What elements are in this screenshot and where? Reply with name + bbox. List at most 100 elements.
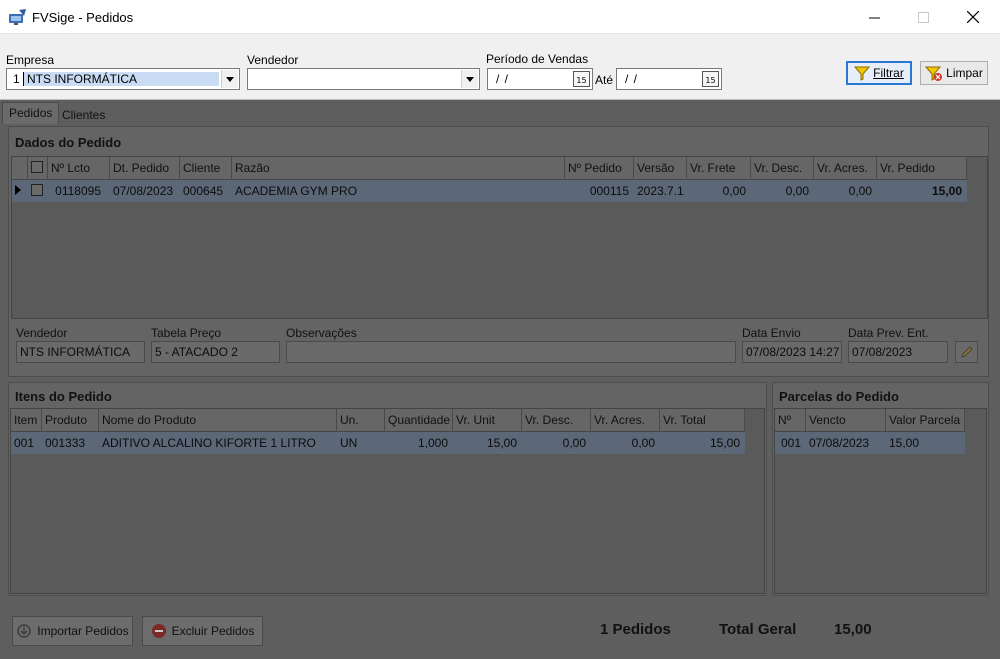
cell-valor-parcela: 15,00 <box>889 436 920 450</box>
itens-grid-header: Item Produto Nome do Produto Un. Quantid… <box>11 409 745 432</box>
cell-un: UN <box>340 436 358 450</box>
parcelas-pedido-panel: Parcelas do Pedido Nº Vencto Valor Parce… <box>772 382 989 596</box>
clear-filter-icon <box>925 66 943 81</box>
vendedor-select[interactable] <box>247 68 480 90</box>
app-icon <box>9 9 26 25</box>
row-indicator-icon <box>12 180 28 202</box>
col-header[interactable]: Nº <box>775 409 806 432</box>
cell-vr-total: 15,00 <box>709 436 740 450</box>
total-geral-value: 15,00 <box>834 621 872 638</box>
cell-desc: 0,00 <box>785 184 809 198</box>
cell-produto: 001333 <box>45 436 86 450</box>
periodo-to-date[interactable]: / / 15 <box>616 68 722 90</box>
filter-bar: Empresa 1 NTS INFORMÁTICA Vendedor Perío… <box>0 34 1000 100</box>
minimize-button[interactable] <box>851 0 897 34</box>
col-header[interactable]: Nº Lcto <box>48 157 110 180</box>
periodo-label: Período de Vendas <box>486 52 589 66</box>
importar-pedidos-label: Importar Pedidos <box>37 624 129 638</box>
col-header[interactable]: Valor Parcela <box>886 409 965 432</box>
cell-valor-pedido: 15,00 <box>931 184 962 198</box>
col-header[interactable]: Nº Pedido <box>565 157 634 180</box>
parcelas-pedido-title: Parcelas do Pedido <box>779 389 899 404</box>
select-all-checkbox[interactable] <box>31 161 43 173</box>
periodo-from-date[interactable]: / / 15 <box>487 68 593 90</box>
empresa-select[interactable]: 1 NTS INFORMÁTICA <box>6 68 240 90</box>
col-header[interactable]: Vr. Pedido <box>877 157 967 180</box>
col-header[interactable]: Vr. Acres. <box>591 409 660 432</box>
calendar-icon[interactable]: 15 <box>702 71 719 87</box>
ate-label: Até <box>595 73 614 87</box>
importar-pedidos-button[interactable]: Importar Pedidos <box>12 616 133 646</box>
det-prev-field[interactable]: 07/08/2023 <box>848 341 948 363</box>
col-header[interactable]: Vr. Frete <box>687 157 751 180</box>
col-header[interactable]: Produto <box>42 409 99 432</box>
col-header[interactable]: Vr. Desc. <box>751 157 814 180</box>
col-header[interactable]: Cliente <box>180 157 232 180</box>
dados-pedido-title: Dados do Pedido <box>15 135 122 150</box>
close-button[interactable] <box>950 0 996 34</box>
col-header[interactable]: Vr. Acres. <box>814 157 877 180</box>
col-header[interactable]: Vr. Total <box>660 409 745 432</box>
cell-parcela-n: 001 <box>781 436 802 450</box>
import-icon <box>17 624 32 638</box>
table-row[interactable]: 001 001333 ADITIVO ALCALINO KIFORTE 1 LI… <box>11 432 745 454</box>
calendar-icon[interactable]: 15 <box>573 71 590 87</box>
vendedor-label: Vendedor <box>247 53 299 67</box>
cell-nome-produto: ADITIVO ALCALINO KIFORTE 1 LITRO <box>102 436 316 450</box>
tab-pedidos[interactable]: Pedidos <box>2 102 60 124</box>
select-all-checkbox-cell <box>28 157 48 180</box>
cell-item: 001 <box>14 436 35 450</box>
col-header[interactable]: Versão <box>634 157 687 180</box>
det-tabela-label: Tabela Preço <box>151 326 222 340</box>
tab-clientes[interactable]: Clientes <box>56 105 111 127</box>
col-header[interactable]: Razão <box>232 157 565 180</box>
col-header[interactable]: Un. <box>337 409 385 432</box>
chevron-down-icon[interactable] <box>221 70 238 88</box>
cell-cliente: 000645 <box>183 184 224 198</box>
excluir-pedidos-label: Excluir Pedidos <box>171 624 255 638</box>
limpar-label: Limpar <box>946 66 983 80</box>
cell-razao: ACADEMIA GYM PRO <box>235 184 358 198</box>
det-envio-field[interactable]: 07/08/2023 14:27 <box>742 341 842 363</box>
det-obs-label: Observações <box>286 326 357 340</box>
pedidos-count: 1 Pedidos <box>600 621 671 638</box>
det-envio-label: Data Envio <box>742 326 801 340</box>
itens-pedido-title: Itens do Pedido <box>15 389 112 404</box>
maximize-button[interactable] <box>900 0 946 34</box>
col-header[interactable]: Vencto <box>806 409 886 432</box>
parcelas-grid-header: Nº Vencto Valor Parcela <box>775 409 965 432</box>
table-row[interactable]: 0118095 07/08/2023 000645 ACADEMIA GYM P… <box>12 180 967 202</box>
chevron-down-icon[interactable] <box>461 70 478 88</box>
det-vendedor-field[interactable]: NTS INFORMÁTICA <box>16 341 145 363</box>
empresa-code: 1 <box>13 72 20 86</box>
cell-vr-unit: 15,00 <box>486 436 517 450</box>
bottom-bar: Importar Pedidos Excluir Pedidos 1 Pedid… <box>0 605 1000 659</box>
filtrar-button[interactable]: Filtrar <box>846 61 912 85</box>
parcelas-grid: Nº Vencto Valor Parcela 001 07/08/2023 1… <box>774 408 987 594</box>
det-obs-field[interactable] <box>286 341 736 363</box>
cell-quantidade: 1,000 <box>417 436 448 450</box>
row-checkbox[interactable] <box>31 184 43 196</box>
col-header[interactable]: Vr. Unit <box>453 409 522 432</box>
col-header[interactable]: Dt. Pedido <box>110 157 180 180</box>
itens-pedido-panel: Itens do Pedido Item Produto Nome do Pro… <box>8 382 767 596</box>
cell-vencto: 07/08/2023 <box>809 436 870 450</box>
det-prev-label: Data Prev. Ent. <box>848 326 929 340</box>
maximize-icon <box>917 11 929 23</box>
cell-frete: 0,00 <box>722 184 746 198</box>
col-header[interactable]: Vr. Desc. <box>522 409 591 432</box>
tab-bar: Pedidos Clientes <box>0 100 1000 124</box>
col-header[interactable]: Quantidade <box>385 409 453 432</box>
table-row[interactable]: 001 07/08/2023 15,00 <box>775 432 965 454</box>
periodo-from-value: / / <box>496 72 510 86</box>
limpar-button[interactable]: Limpar <box>920 61 988 85</box>
col-header[interactable]: Nome do Produto <box>99 409 337 432</box>
cell-dt-pedido: 07/08/2023 <box>113 184 174 198</box>
col-header[interactable]: Item <box>11 409 42 432</box>
det-tabela-field[interactable]: 5 - ATACADO 2 <box>151 341 280 363</box>
excluir-pedidos-button[interactable]: Excluir Pedidos <box>142 616 263 646</box>
row-checkbox-cell <box>28 180 48 202</box>
edit-date-button[interactable] <box>955 341 978 363</box>
empresa-label: Empresa <box>6 53 55 67</box>
close-icon <box>967 11 979 23</box>
